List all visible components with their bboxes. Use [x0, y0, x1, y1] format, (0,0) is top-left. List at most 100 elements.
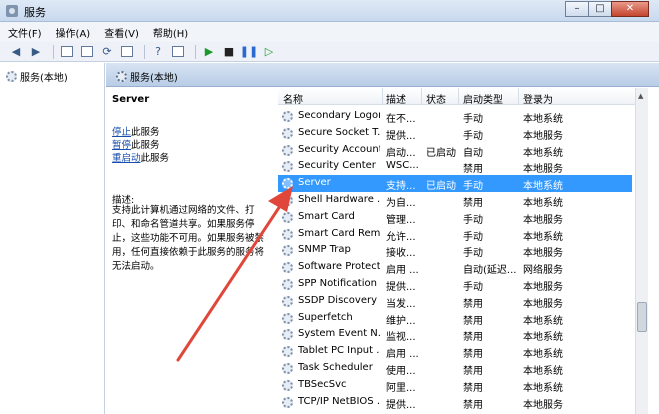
service-gear-icon	[282, 111, 293, 122]
service-name: Superfetch	[298, 311, 353, 323]
column-startup-type[interactable]: 启动类型	[463, 91, 503, 106]
service-row[interactable]: SNMP Trap 接收... 手动 本地服务	[278, 242, 632, 259]
vertical-scrollbar[interactable]: ▲	[635, 88, 648, 414]
menu-view[interactable]: 查看(V)	[104, 25, 139, 40]
service-row[interactable]: System Event N... 监视... 禁用 本地系统	[278, 326, 632, 343]
service-row[interactable]: Tablet PC Input ... 启用 ... 禁用 本地系统	[278, 343, 632, 360]
close-button[interactable]: ✕	[611, 1, 649, 17]
service-name: Task Scheduler	[298, 362, 373, 373]
service-startup-type: 禁用	[463, 382, 483, 394]
service-log-on-as: 本地服务	[523, 214, 563, 226]
column-log-on-as[interactable]: 登录为	[523, 91, 553, 106]
start-service-icon[interactable]: ▶	[201, 44, 217, 60]
service-gear-icon	[282, 295, 293, 307]
service-row[interactable]: Secondary Logon 在不... 手动 本地系统	[278, 108, 632, 125]
services-gear-icon	[6, 71, 17, 82]
service-row[interactable]: Smart Card 管理... 手动 本地服务	[278, 209, 632, 226]
service-gear-icon	[282, 161, 293, 173]
service-row[interactable]: Server 支持... 已启动 手动 本地系统	[278, 175, 632, 193]
restart-service-icon[interactable]: ▷	[261, 44, 277, 60]
service-row[interactable]: Superfetch 维护... 禁用 本地系统	[278, 310, 632, 327]
service-description: 当发...	[386, 298, 416, 310]
column-status[interactable]: 状态	[426, 91, 446, 106]
service-description: 管理...	[386, 214, 416, 226]
column-header-row: 名称 描述 状态 启动类型 登录为	[278, 88, 659, 106]
scroll-up-icon[interactable]: ▲	[638, 92, 643, 100]
service-startup-type: 手动	[463, 231, 483, 243]
forward-arrow-icon[interactable]: ▶	[28, 44, 44, 60]
service-row[interactable]: Task Scheduler 使用... 禁用 本地系统	[278, 360, 632, 377]
service-description: 阿里...	[386, 382, 416, 394]
selected-service-name: Server	[112, 94, 150, 105]
service-row[interactable]: Secure Socket T... 提供... 手动 本地服务	[278, 125, 632, 142]
service-description: 提供...	[386, 282, 416, 293]
service-description: 启用 ...	[386, 349, 419, 361]
menu-file[interactable]: 文件(F)	[8, 25, 42, 40]
service-gear-icon	[282, 312, 293, 324]
back-arrow-icon[interactable]: ◀	[8, 44, 24, 60]
service-name: TCP/IP NetBIOS ...	[298, 395, 380, 407]
service-gear-icon	[282, 329, 293, 341]
service-log-on-as: 本地服务	[523, 130, 563, 142]
service-status: 已启动	[426, 147, 456, 159]
service-description: 为自...	[386, 198, 416, 209]
service-name: Smart Card	[298, 210, 355, 222]
service-startup-type: 禁用	[463, 349, 483, 361]
service-row[interactable]: SSDP Discovery 当发... 禁用 本地服务	[278, 293, 632, 310]
console-tree-icon[interactable]	[59, 44, 75, 60]
maximize-button[interactable]: □	[588, 1, 612, 17]
tree-node-label: 服务(本地)	[20, 73, 68, 84]
properties-icon[interactable]	[79, 44, 95, 60]
service-startup-type: 禁用	[463, 298, 483, 310]
pause-service-icon[interactable]: ❚❚	[240, 44, 258, 60]
column-description[interactable]: 描述	[386, 91, 406, 106]
service-description: 支持...	[386, 181, 416, 193]
stop-service-icon[interactable]: ■	[221, 44, 237, 60]
column-name[interactable]: 名称	[283, 91, 303, 106]
tree-node-services-local[interactable]: 服务(本地)	[6, 69, 68, 84]
menu-action[interactable]: 操作(A)	[56, 25, 91, 40]
refresh-icon[interactable]: ⟳	[99, 44, 115, 60]
service-gear-icon	[282, 279, 293, 290]
service-description: 启用 ...	[386, 265, 419, 277]
services-gear-icon	[116, 71, 127, 82]
minimize-button[interactable]: –	[565, 1, 589, 17]
service-startup-type: 禁用	[463, 399, 483, 411]
service-name: SPP Notification ...	[298, 278, 380, 289]
service-startup-type: 手动	[463, 114, 483, 125]
toolbar: ◀ ▶ ⟳ ? ▶ ■ ❚❚ ▷	[0, 42, 659, 62]
service-name: Server	[298, 177, 331, 189]
service-startup-type: 自动(延迟...	[463, 265, 517, 277]
service-row[interactable]: Security Center WSC... 禁用 本地服务	[278, 158, 632, 175]
service-name: Secondary Logon	[298, 110, 380, 121]
service-name: Software Protect...	[298, 261, 380, 273]
title-bar: 服务 – □ ✕	[0, 0, 659, 22]
export-list-icon[interactable]	[119, 44, 135, 60]
pause-service-link[interactable]: 暂停此服务	[112, 137, 160, 151]
stop-service-link[interactable]: 停止此服务	[112, 124, 160, 138]
service-gear-icon	[282, 245, 293, 257]
service-row[interactable]: SPP Notification ... 提供... 手动 本地服务	[278, 276, 632, 293]
service-row[interactable]: Security Account... 启动... 已启动自动 本地系统	[278, 142, 632, 159]
service-name: SNMP Trap	[298, 244, 351, 256]
service-row[interactable]: Smart Card Rem... 允许... 手动 本地系统	[278, 226, 632, 243]
service-row[interactable]: TCP/IP NetBIOS ... 提供... 禁用 本地服务	[278, 394, 632, 411]
service-name: Smart Card Rem...	[298, 227, 380, 239]
service-description: WSC...	[386, 160, 419, 172]
service-row[interactable]: Shell Hardware ... 为自... 禁用 本地系统	[278, 192, 632, 209]
service-row[interactable]: Software Protect... 启用 ... 自动(延迟... 网络服务	[278, 259, 632, 276]
service-name: Security Account...	[298, 143, 380, 155]
service-log-on-as: 本地系统	[523, 181, 563, 193]
service-row[interactable]: TBSecSvc 阿里... 禁用 本地系统	[278, 377, 632, 394]
service-gear-icon	[282, 262, 293, 274]
show-hide-pane-icon[interactable]	[170, 44, 186, 60]
service-description: 启动...	[386, 147, 416, 159]
service-name: SSDP Discovery	[298, 294, 378, 306]
menu-help[interactable]: 帮助(H)	[153, 25, 188, 40]
service-gear-icon	[282, 363, 293, 374]
service-gear-icon	[282, 144, 293, 156]
scrollbar-thumb[interactable]	[637, 302, 647, 332]
restart-service-link[interactable]: 重启动此服务	[112, 150, 169, 164]
description-text: 支持此计算机通过网络的文件、打印、和命名管道共享。如果服务停止，这些功能不可用。…	[112, 205, 265, 272]
help-icon[interactable]: ?	[150, 44, 166, 60]
